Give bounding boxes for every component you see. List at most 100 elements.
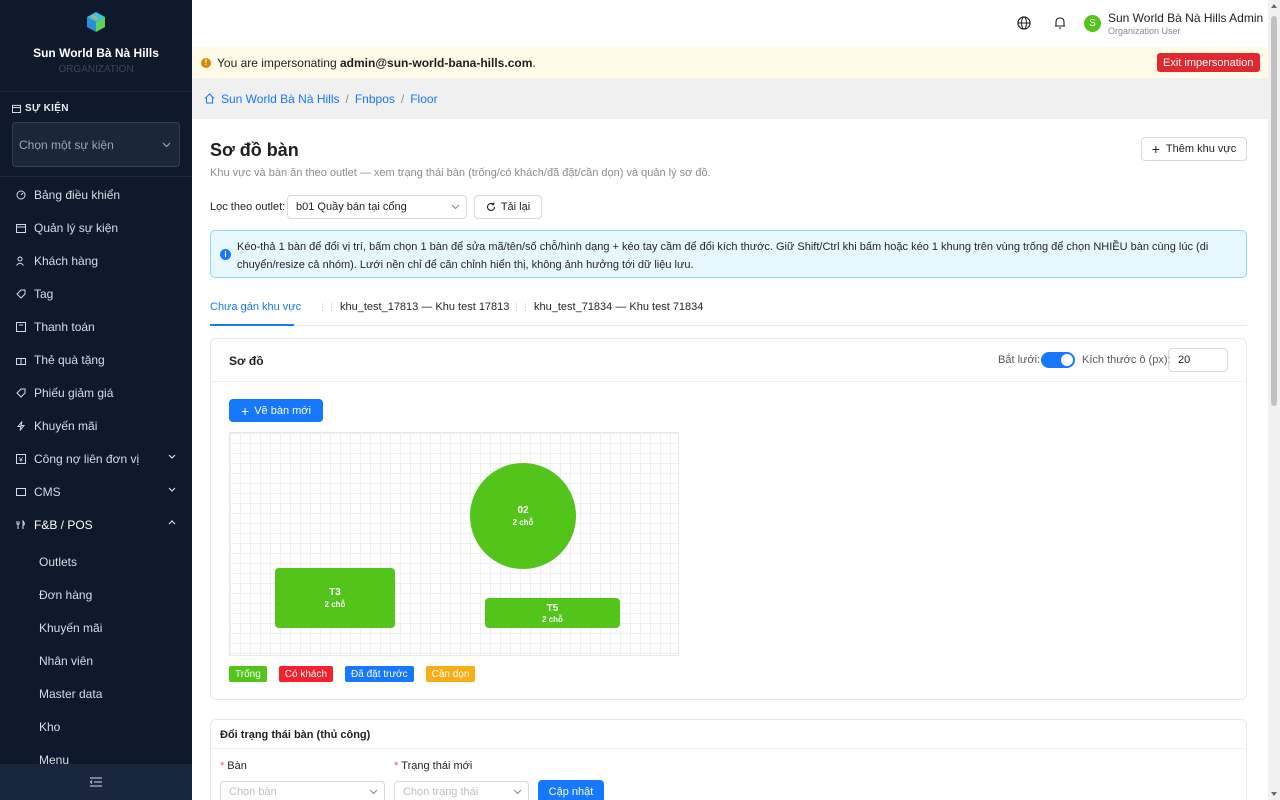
- sidebar-item-label: F&B / POS: [34, 517, 93, 532]
- event-select[interactable]: Chọn một sự kiện: [12, 122, 180, 167]
- sidebar-item-customers[interactable]: Khách hàng: [0, 244, 192, 277]
- table-code: T5: [546, 602, 559, 614]
- sidebar-subitem-orders[interactable]: Đơn hàng: [0, 578, 192, 611]
- breadcrumb-floor[interactable]: Floor: [410, 92, 437, 106]
- required-mark: *: [394, 760, 399, 772]
- sidebar-subitem-warehouse[interactable]: Kho: [0, 710, 192, 743]
- table-seats: 2 chỗ: [512, 518, 534, 527]
- impersonation-banner: ! You are impersonating admin@sun-world-…: [192, 47, 1268, 78]
- sidebar-item-promotion[interactable]: Khuyến mãi: [0, 409, 192, 442]
- calendar-icon: [12, 104, 21, 113]
- sidebar-item-coupon[interactable]: Phiếu giảm giá: [0, 376, 192, 409]
- drag-handle-icon: ⋮⋮: [318, 301, 336, 312]
- user-role: Organization User: [1108, 26, 1181, 36]
- chevron-down-icon: [513, 789, 522, 795]
- sidebar-subitem-outlets[interactable]: Outlets: [0, 545, 192, 578]
- impersonation-prefix: You are impersonating: [217, 55, 340, 70]
- chevron-down-icon: [168, 487, 176, 492]
- update-status-button[interactable]: Cập nhật: [538, 780, 604, 800]
- breadcrumb-fnbpos[interactable]: Fnbpos: [355, 92, 395, 106]
- draw-new-table-label: Vẽ bàn mới: [254, 404, 311, 417]
- status-field-label: * Trạng thái mới: [394, 760, 472, 772]
- tab-unassigned[interactable]: Chưa gán khu vực: [210, 301, 301, 313]
- sidebar-subitem-promotions[interactable]: Khuyến mãi: [0, 611, 192, 644]
- card-title: Đổi trạng thái bàn (thủ công): [220, 729, 371, 741]
- sidebar-item-label: CMS: [34, 484, 61, 499]
- promotion-icon: [16, 420, 26, 431]
- legend-occupied: Có khách: [278, 666, 334, 682]
- sidebar-item-events[interactable]: Quản lý sự kiện: [0, 211, 192, 244]
- sidebar-item-payment[interactable]: Thanh toán: [0, 310, 192, 343]
- dashboard-icon: [16, 190, 26, 200]
- plus-icon: +: [241, 402, 250, 419]
- status-select-placeholder: Chọn trạng thái: [403, 786, 479, 798]
- scroll-down-icon[interactable]: [1271, 792, 1277, 796]
- home-icon: [204, 93, 215, 104]
- area-tabs: Chưa gán khu vực ⋮⋮ khu_test_17813 — Khu…: [210, 289, 1247, 326]
- table-select[interactable]: Chọn bàn: [220, 781, 385, 800]
- draw-new-table-button[interactable]: + Vẽ bàn mới: [229, 399, 323, 422]
- table-02[interactable]: 02 2 chỗ: [470, 463, 576, 569]
- user-menu[interactable]: S Sun World Bà Nà Hills Admin Organizati…: [1084, 11, 1263, 36]
- scroll-up-icon[interactable]: [1271, 4, 1277, 8]
- cms-icon: [16, 487, 26, 497]
- tab-khu-test-71834[interactable]: ⋮⋮ khu_test_71834 — Khu test 71834: [512, 301, 703, 313]
- sidebar-menu: Bảng điều khiển Quản lý sự kiện Khách hà…: [0, 178, 192, 776]
- reload-button[interactable]: Tải lại: [474, 195, 542, 219]
- cell-size-input[interactable]: 20: [1168, 348, 1228, 372]
- main-content: Sơ đồ bàn Khu vực và bàn ăn theo outlet …: [192, 119, 1268, 800]
- info-icon: i: [220, 249, 231, 260]
- divider: [211, 748, 1246, 749]
- user-name: Sun World Bà Nà Hills Admin: [1108, 11, 1264, 25]
- snap-grid-toggle[interactable]: [1041, 352, 1075, 368]
- sidebar-item-gift-card[interactable]: Thẻ quà tặng: [0, 343, 192, 376]
- tab-khu-test-17813[interactable]: ⋮⋮ khu_test_17813 — Khu test 17813: [318, 301, 509, 313]
- breadcrumb-org[interactable]: Sun World Bà Nà Hills: [221, 92, 340, 106]
- outlet-filter-value: b01 Quầy bán tại cổng: [296, 201, 407, 213]
- sidebar-item-label: Công nợ liên đơn vị: [34, 451, 140, 466]
- brand-subtitle: ORGANIZATION: [58, 64, 134, 75]
- page-description: Khu vực và bàn ăn theo outlet — xem trạn…: [210, 167, 711, 179]
- outlet-filter-select[interactable]: b01 Quầy bán tại cổng: [287, 195, 467, 219]
- chevron-up-icon: [168, 520, 176, 525]
- legend-empty: Trống: [229, 666, 267, 682]
- floor-canvas[interactable]: 02 2 chỗ T3 2 chỗ T5 2 chỗ: [229, 432, 679, 656]
- divider: [0, 176, 192, 177]
- required-mark: *: [220, 760, 225, 772]
- user-info: Sun World Bà Nà Hills Admin Organization…: [1108, 11, 1263, 36]
- globe-icon[interactable]: [1017, 16, 1031, 30]
- table-code: 02: [517, 505, 529, 516]
- sidebar-item-debt[interactable]: ¥ Công nợ liên đơn vị: [0, 442, 192, 475]
- divider: [211, 381, 1246, 382]
- sidebar-item-dashboard[interactable]: Bảng điều khiển: [0, 178, 192, 211]
- avatar: S: [1084, 15, 1101, 32]
- status-select[interactable]: Chọn trạng thái: [394, 781, 529, 800]
- table-t5[interactable]: T5 2 chỗ: [485, 598, 620, 628]
- bell-icon[interactable]: [1053, 16, 1067, 30]
- fnb-icon: [16, 519, 26, 530]
- event-section-label-text: SỰ KIỆN: [25, 103, 69, 114]
- sidebar-item-cms[interactable]: CMS: [0, 475, 192, 508]
- sidebar-item-tag[interactable]: Tag: [0, 277, 192, 310]
- sidebar-subitem-master-data[interactable]: Master data: [0, 677, 192, 710]
- sidebar-collapse-button[interactable]: [0, 764, 192, 800]
- table-t3[interactable]: T3 2 chỗ: [275, 568, 395, 628]
- info-alert-text: Kéo-thả 1 bàn để đổi vị trí, bấm chọn 1 …: [237, 241, 1209, 271]
- sidebar-item-fnb-pos[interactable]: F&B / POS: [0, 508, 192, 541]
- sidebar-item-label: Thẻ quà tặng: [34, 352, 105, 367]
- scrollbar-thumb[interactable]: [1271, 16, 1277, 406]
- status-field-label-text: Trạng thái mới: [401, 760, 473, 772]
- page-scrollbar[interactable]: [1268, 0, 1280, 800]
- users-icon: [16, 256, 26, 266]
- debt-icon: ¥: [16, 453, 26, 464]
- calendar-icon: [16, 223, 26, 233]
- add-area-button[interactable]: + Thêm khu vực: [1141, 137, 1247, 161]
- reload-icon: [486, 202, 495, 211]
- cell-size-label: Kích thước ô (px):: [1082, 354, 1171, 366]
- coupon-icon: [16, 388, 26, 398]
- svg-text:¥: ¥: [19, 457, 23, 464]
- sidebar-subitem-staff[interactable]: Nhân viên: [0, 644, 192, 677]
- legend-reserved: Đã đặt trước: [345, 666, 414, 682]
- exit-impersonation-button[interactable]: Exit impersonation: [1157, 53, 1260, 72]
- brand: Sun World Bà Nà Hills ORGANIZATION: [0, 0, 192, 92]
